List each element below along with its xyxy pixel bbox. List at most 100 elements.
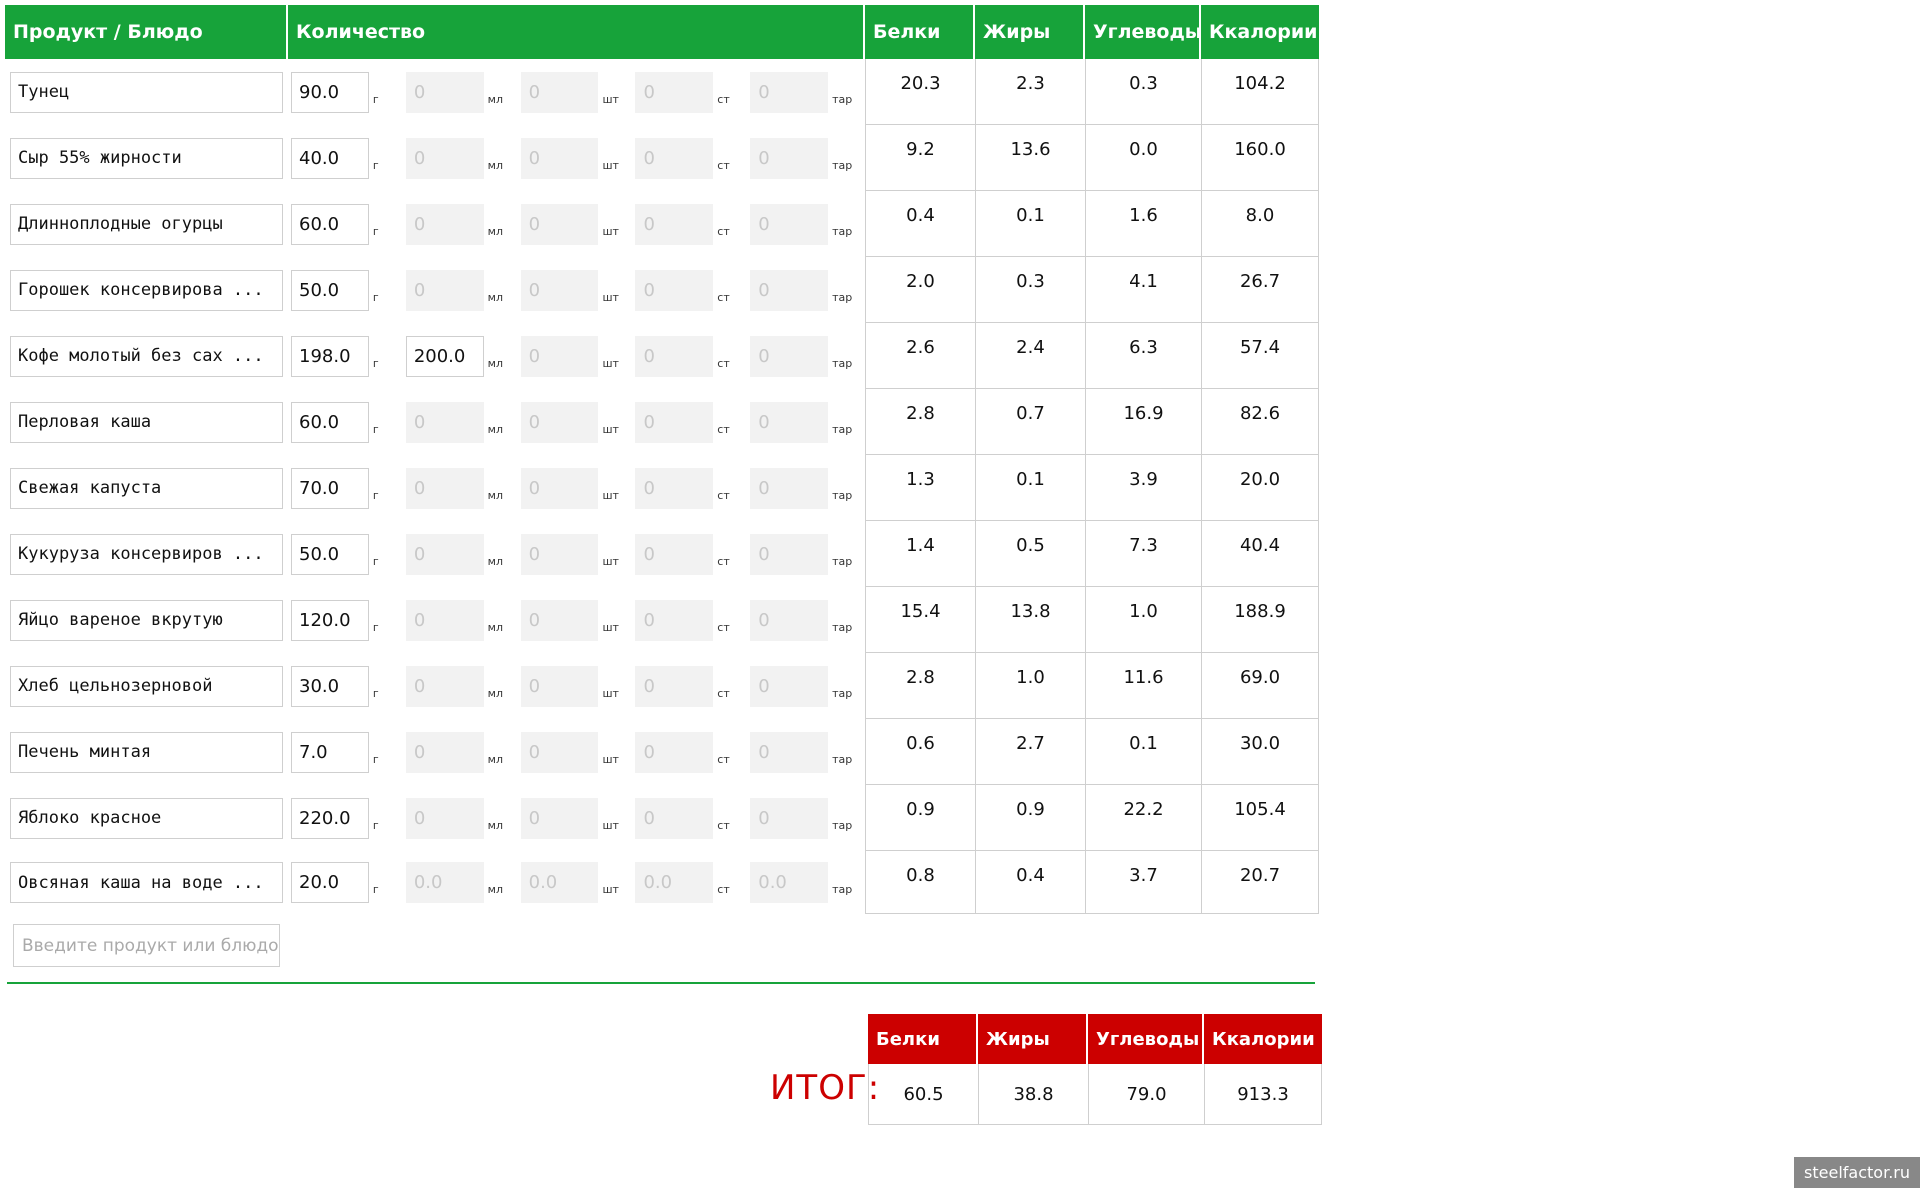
product-name-field[interactable]: Яйцо вареное вкрутую — [10, 599, 283, 641]
product-name-field[interactable]: Горошек консервирова ... — [10, 269, 283, 311]
quantity-plates-input[interactable]: 0 — [750, 599, 829, 641]
quantity-plates-input[interactable]: 0 — [750, 731, 829, 773]
quantity-ml-input[interactable]: 0 — [405, 731, 484, 773]
quantity-spoons-input[interactable]: 0 — [635, 335, 714, 377]
quantity-plates-input[interactable]: 0 — [750, 71, 829, 113]
quantity-pieces-input[interactable]: 0 — [520, 533, 599, 575]
product-name-field[interactable]: Кукуруза консервиров ... — [10, 533, 283, 575]
quantity-grams-input[interactable]: 7.0 — [291, 731, 369, 773]
quantity-ml-input[interactable]: 0 — [405, 401, 484, 443]
quantity-plates-input[interactable]: 0.0 — [750, 862, 829, 903]
quantity-ml-input[interactable]: 0 — [405, 203, 484, 245]
product-name-field[interactable]: Сыр 55% жирности — [10, 137, 283, 179]
product-name-field[interactable]: Тунец — [10, 71, 283, 113]
quantity-spoons-input[interactable]: 0 — [635, 203, 714, 245]
quantity-ml-input[interactable]: 0 — [405, 599, 484, 641]
unit-label: г — [372, 224, 379, 238]
quantity-pieces-input[interactable]: 0 — [520, 335, 599, 377]
quantity-spoons-input[interactable]: 0 — [635, 467, 714, 509]
quantity-plates-input[interactable]: 0 — [750, 797, 829, 839]
quantity-plates-input[interactable]: 0 — [750, 467, 829, 509]
quantity-spoons-input[interactable]: 0 — [635, 533, 714, 575]
unit-label: мл — [487, 290, 503, 304]
quantity-plates-input[interactable]: 0 — [750, 401, 829, 443]
quantity-spoons-input[interactable]: 0 — [635, 269, 714, 311]
quantity-grams-input[interactable]: 40.0 — [291, 137, 369, 179]
product-name-field[interactable]: Длинноплодные огурцы — [10, 203, 283, 245]
quantity-spoons-input[interactable]: 0 — [635, 401, 714, 443]
quantity-grams-input[interactable]: 198.0 — [291, 335, 369, 377]
quantity-grams-input[interactable]: 30.0 — [291, 665, 369, 707]
total-protein: 60.5 — [868, 1064, 978, 1125]
product-name-field[interactable]: Овсяная каша на воде ... — [10, 862, 283, 903]
quantity-spoons-input[interactable]: 0 — [635, 665, 714, 707]
quantity-spoons-input[interactable]: 0 — [635, 599, 714, 641]
product-name-field[interactable]: Перловая каша — [10, 401, 283, 443]
quantity-pieces-input[interactable]: 0 — [520, 731, 599, 773]
quantity-grams-input[interactable]: 120.0 — [291, 599, 369, 641]
unit-label: ст — [717, 620, 730, 634]
quantity-plates-input[interactable]: 0 — [750, 533, 829, 575]
quantity-spoons-input[interactable]: 0 — [635, 137, 714, 179]
quantity-grams-input[interactable]: 20.0 — [291, 862, 369, 903]
fat-value: 13.6 — [975, 125, 1085, 191]
header-fat: Жиры — [975, 5, 1085, 59]
quantity-pieces-input[interactable]: 0 — [520, 599, 599, 641]
quantity-pieces-input[interactable]: 0 — [520, 665, 599, 707]
quantity-pieces-input[interactable]: 0 — [520, 269, 599, 311]
quantity-pieces-input[interactable]: 0 — [520, 203, 599, 245]
quantity-grams-input[interactable]: 60.0 — [291, 203, 369, 245]
unit-label: г — [372, 356, 379, 370]
total-carbs: 79.0 — [1088, 1064, 1204, 1125]
product-name-field[interactable]: Свежая капуста — [10, 467, 283, 509]
product-name-field[interactable]: Яблоко красное — [10, 797, 283, 839]
unit-label: шт — [602, 554, 619, 568]
product-name-field[interactable]: Кофе молотый без сах ... — [10, 335, 283, 377]
quantity-ml-input[interactable]: 0 — [405, 269, 484, 311]
carbs-value: 0.1 — [1085, 719, 1201, 785]
quantity-plates-input[interactable]: 0 — [750, 137, 829, 179]
quantity-pieces-input[interactable]: 0.0 — [520, 862, 599, 903]
unit-label: ст — [717, 488, 730, 502]
quantity-grams-input[interactable]: 90.0 — [291, 71, 369, 113]
quantity-ml-input[interactable]: 200.0 — [405, 335, 484, 377]
quantity-spoons-input[interactable]: 0.0 — [635, 862, 714, 903]
quantity-pieces-input[interactable]: 0 — [520, 401, 599, 443]
product-name-field[interactable]: Печень минтая — [10, 731, 283, 773]
quantity-ml-input[interactable]: 0 — [405, 797, 484, 839]
quantity-spoons-input[interactable]: 0 — [635, 797, 714, 839]
quantity-grams-input[interactable]: 50.0 — [291, 269, 369, 311]
quantity-plates-input[interactable]: 0 — [750, 203, 829, 245]
kcal-value: 40.4 — [1201, 521, 1319, 587]
quantity-ml-input[interactable]: 0 — [405, 665, 484, 707]
carbs-value: 22.2 — [1085, 785, 1201, 851]
quantity-grams-input[interactable]: 50.0 — [291, 533, 369, 575]
quantity-pieces-input[interactable]: 0 — [520, 137, 599, 179]
product-name-field[interactable]: Хлеб цельнозерновой — [10, 665, 283, 707]
quantity-plates-input[interactable]: 0 — [750, 269, 829, 311]
quantity-pieces-input[interactable]: 0 — [520, 797, 599, 839]
quantity-grams-input[interactable]: 220.0 — [291, 797, 369, 839]
total-kcal: 913.3 — [1204, 1064, 1322, 1125]
quantity-spoons-input[interactable]: 0 — [635, 71, 714, 113]
kcal-value: 26.7 — [1201, 257, 1319, 323]
quantity-grams-input[interactable]: 70.0 — [291, 467, 369, 509]
unit-label: ст — [717, 158, 730, 172]
quantity-ml-input[interactable]: 0 — [405, 533, 484, 575]
quantity-ml-input[interactable]: 0 — [405, 71, 484, 113]
quantity-spoons-input[interactable]: 0 — [635, 731, 714, 773]
unit-label: мл — [487, 92, 503, 106]
quantity-grams-input[interactable]: 60.0 — [291, 401, 369, 443]
quantity-plates-input[interactable]: 0 — [750, 335, 829, 377]
quantity-pieces-input[interactable]: 0 — [520, 467, 599, 509]
unit-label: ст — [717, 356, 730, 370]
quantity-ml-input[interactable]: 0 — [405, 137, 484, 179]
quantity-ml-input[interactable]: 0.0 — [405, 862, 484, 903]
fat-value: 0.3 — [975, 257, 1085, 323]
quantity-plates-input[interactable]: 0 — [750, 665, 829, 707]
quantity-pieces-input[interactable]: 0 — [520, 71, 599, 113]
quantity-ml-input[interactable]: 0 — [405, 467, 484, 509]
header-quantity: Количество — [288, 5, 865, 59]
add-product-input[interactable]: Введите продукт или блюдо — [13, 924, 280, 967]
unit-label: тар — [832, 158, 853, 172]
